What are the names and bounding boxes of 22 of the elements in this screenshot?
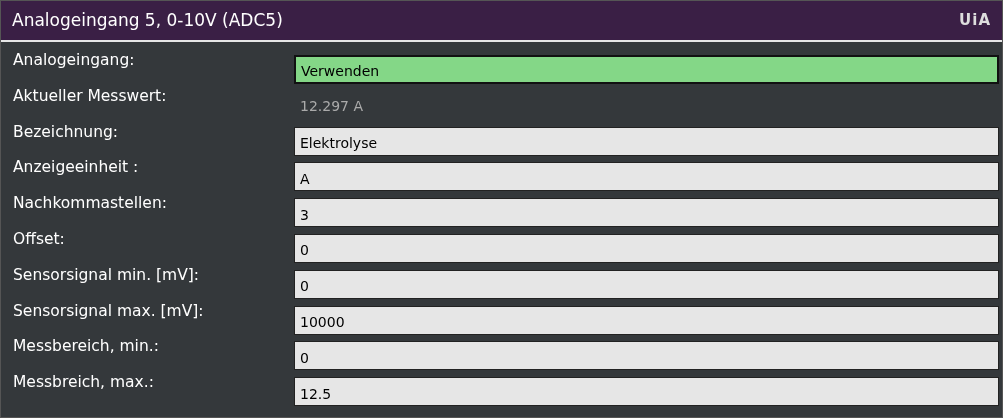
input-field[interactable]: 0 (294, 234, 999, 263)
field-label: Nachkommastellen: (13, 194, 167, 213)
field-label: Bezeichnung: (13, 122, 119, 141)
field-label: Offset: (13, 230, 65, 248)
input-field[interactable]: A (294, 162, 999, 192)
field-label: Anzeigeeinheit : (13, 158, 139, 177)
logo: UiA (959, 10, 991, 32)
field-label: Sensorsignal max. [mV]: (13, 301, 204, 320)
field-label: Analogeingang: (13, 51, 135, 69)
input-field[interactable]: 0 (294, 269, 999, 299)
measured-value: 12.297 A (299, 96, 364, 116)
field-label: Sensorsignal min. [mV]: (13, 265, 199, 284)
input-field[interactable]: 3 (294, 198, 999, 228)
input-field[interactable]: 12.5 (294, 377, 999, 407)
field-label: Aktueller Messwert: (13, 86, 167, 105)
input-field[interactable]: 0 (294, 341, 999, 371)
field-label: Messbereich, min.: (13, 337, 159, 356)
select-field[interactable]: Verwenden (294, 55, 999, 84)
panel-title: Analogeingang 5, 0-10V (ADC5) (12, 8, 283, 32)
field-label: Messbreich, max.: (13, 373, 154, 392)
input-field[interactable]: Elektrolyse (294, 126, 999, 156)
input-field[interactable]: 10000 (294, 305, 999, 335)
